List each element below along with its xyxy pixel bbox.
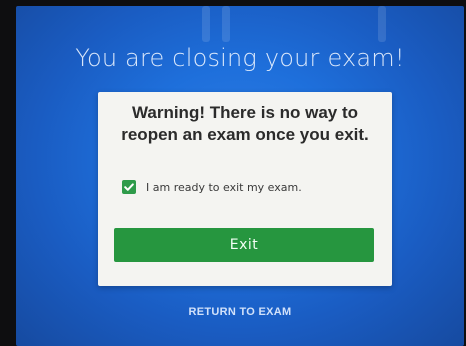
exit-button[interactable]: Exit (114, 228, 374, 262)
return-to-exam-link[interactable]: RETURN TO EXAM (16, 306, 464, 318)
checkbox-label: I am ready to exit my exam. (146, 180, 302, 194)
ready-to-exit-checkbox[interactable] (122, 180, 136, 194)
page-title: You are closing your exam! (75, 44, 405, 72)
warning-line: reopen an exam once you exit. (121, 125, 369, 144)
warning-line: Warning! There is no way to (131, 103, 359, 122)
screen-glare (378, 6, 386, 42)
screen-glare (222, 6, 230, 42)
warning-message: Warning! There is no way to reopen an ex… (98, 102, 392, 146)
exam-screen: You are closing your exam! Warning! Ther… (16, 6, 464, 346)
checkmark-icon (124, 183, 134, 191)
screen-glare (202, 6, 210, 42)
device-frame: You are closing your exam! Warning! Ther… (0, 0, 466, 346)
ready-to-exit-checkbox-row[interactable]: I am ready to exit my exam. (122, 180, 302, 194)
exit-confirmation-dialog: Warning! There is no way to reopen an ex… (98, 92, 392, 286)
